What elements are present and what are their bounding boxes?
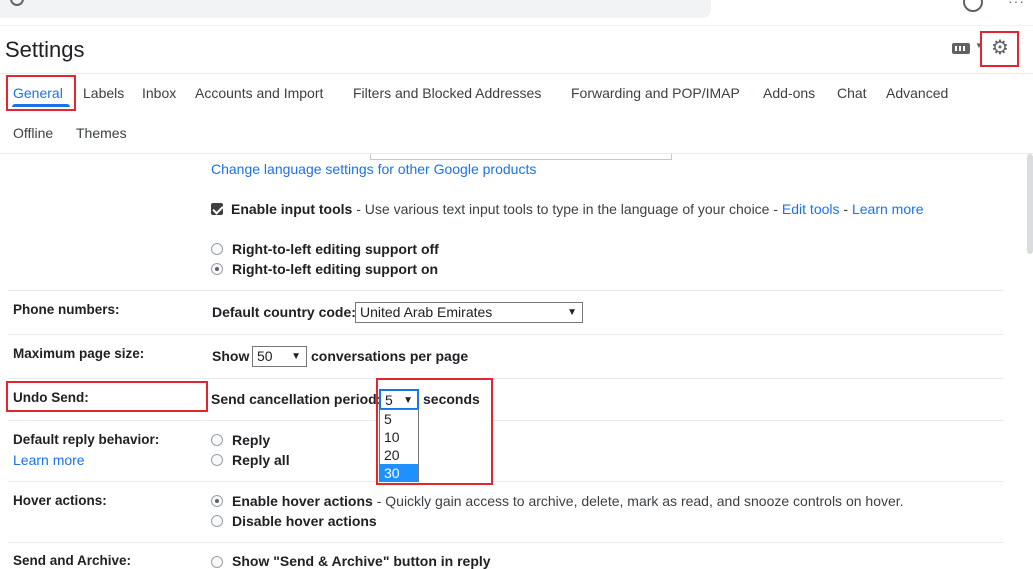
- tab-themes[interactable]: Themes: [76, 125, 127, 141]
- send-archive-option-label: Show "Send & Archive" button in reply: [232, 553, 491, 569]
- input-tools-label: Enable input tools: [231, 201, 353, 217]
- rtl-on-label: Right-to-left editing support on: [232, 261, 439, 277]
- reply-behavior-label: Default reply behavior:: [13, 432, 160, 447]
- max-page-size-label: Maximum page size:: [13, 346, 145, 361]
- tab-chat[interactable]: Chat: [837, 85, 867, 101]
- row-divider: [493, 481, 1003, 482]
- row-divider: [8, 334, 1003, 335]
- page-size-suffix: conversations per page: [311, 348, 469, 364]
- dropdown-highlight-box: [376, 378, 493, 485]
- page-size-value: 50: [257, 348, 273, 364]
- rtl-on-radio[interactable]: [211, 263, 223, 275]
- row-divider: [8, 420, 376, 421]
- language-select-partial[interactable]: [370, 154, 672, 160]
- country-code-value: United Arab Emirates: [360, 304, 493, 320]
- row-divider: [8, 290, 1003, 291]
- enable-input-tools-checkbox[interactable]: [211, 203, 223, 215]
- input-tools-learn-more-link[interactable]: Learn more: [852, 201, 924, 217]
- help-icon[interactable]: [963, 0, 983, 12]
- page-size-select[interactable]: 50 ▼: [252, 346, 307, 367]
- reply-option-label: Reply: [232, 432, 271, 448]
- disable-hover-label: Disable hover actions: [232, 513, 377, 529]
- keyboard-icon[interactable]: [952, 43, 970, 54]
- tab-filters[interactable]: Filters and Blocked Addresses: [353, 85, 541, 101]
- general-tab-highlight-box: [6, 75, 76, 111]
- tab-advanced[interactable]: Advanced: [886, 85, 948, 101]
- row-divider: [493, 420, 1003, 421]
- input-tools-row: Enable input tools - Use various text in…: [231, 201, 924, 217]
- reply-radio[interactable]: [211, 434, 223, 446]
- row-divider: [8, 542, 1003, 543]
- reply-learn-more-link[interactable]: Learn more: [13, 452, 85, 468]
- scrollbar[interactable]: [1027, 154, 1033, 254]
- tab-offline[interactable]: Offline: [13, 125, 53, 141]
- disable-hover-radio[interactable]: [211, 515, 223, 527]
- send-archive-radio[interactable]: [211, 556, 223, 568]
- rtl-off-radio[interactable]: [211, 243, 223, 255]
- more-dots-icon[interactable]: ···: [1008, 0, 1025, 8]
- chevron-down-icon: ▼: [567, 307, 577, 318]
- hover-actions-label: Hover actions:: [13, 493, 107, 508]
- enable-hover-radio[interactable]: [211, 495, 223, 507]
- enable-hover-label: Enable hover actions: [232, 493, 373, 509]
- search-bar[interactable]: [0, 0, 711, 18]
- reply-all-radio[interactable]: [211, 454, 223, 466]
- edit-tools-link[interactable]: Edit tools: [782, 201, 840, 217]
- tab-labels[interactable]: Labels: [83, 85, 124, 101]
- reply-all-option-label: Reply all: [232, 452, 290, 468]
- chevron-down-icon: ▼: [291, 351, 301, 362]
- header-divider: [0, 73, 1033, 74]
- change-language-link[interactable]: Change language settings for other Googl…: [211, 161, 536, 177]
- tab-inbox[interactable]: Inbox: [142, 85, 176, 101]
- country-code-label: Default country code:: [212, 304, 356, 320]
- separator-text: -: [839, 201, 852, 217]
- row-divider: [8, 378, 1003, 379]
- cancellation-period-label: Send cancellation period:: [211, 391, 382, 407]
- tab-accounts-and-import[interactable]: Accounts and Import: [195, 85, 323, 101]
- gear-highlight-box: [980, 31, 1019, 67]
- phone-numbers-label: Phone numbers:: [13, 302, 120, 317]
- row-divider: [8, 481, 376, 482]
- tab-add-ons[interactable]: Add-ons: [763, 85, 815, 101]
- country-code-select[interactable]: United Arab Emirates ▼: [355, 302, 583, 323]
- show-label: Show: [212, 348, 250, 364]
- tab-forwarding[interactable]: Forwarding and POP/IMAP: [571, 85, 740, 101]
- send-archive-label: Send and Archive:: [13, 553, 132, 568]
- page-title: Settings: [5, 37, 85, 62]
- undo-send-label: Undo Send:: [13, 390, 89, 405]
- enable-hover-row: Enable hover actions - Quickly gain acce…: [232, 493, 904, 509]
- rtl-off-label: Right-to-left editing support off: [232, 241, 439, 257]
- top-divider: [0, 25, 1033, 26]
- search-icon[interactable]: [10, 0, 24, 6]
- input-tools-desc: - Use various text input tools to type i…: [352, 201, 782, 217]
- enable-hover-desc: - Quickly gain access to archive, delete…: [372, 493, 904, 509]
